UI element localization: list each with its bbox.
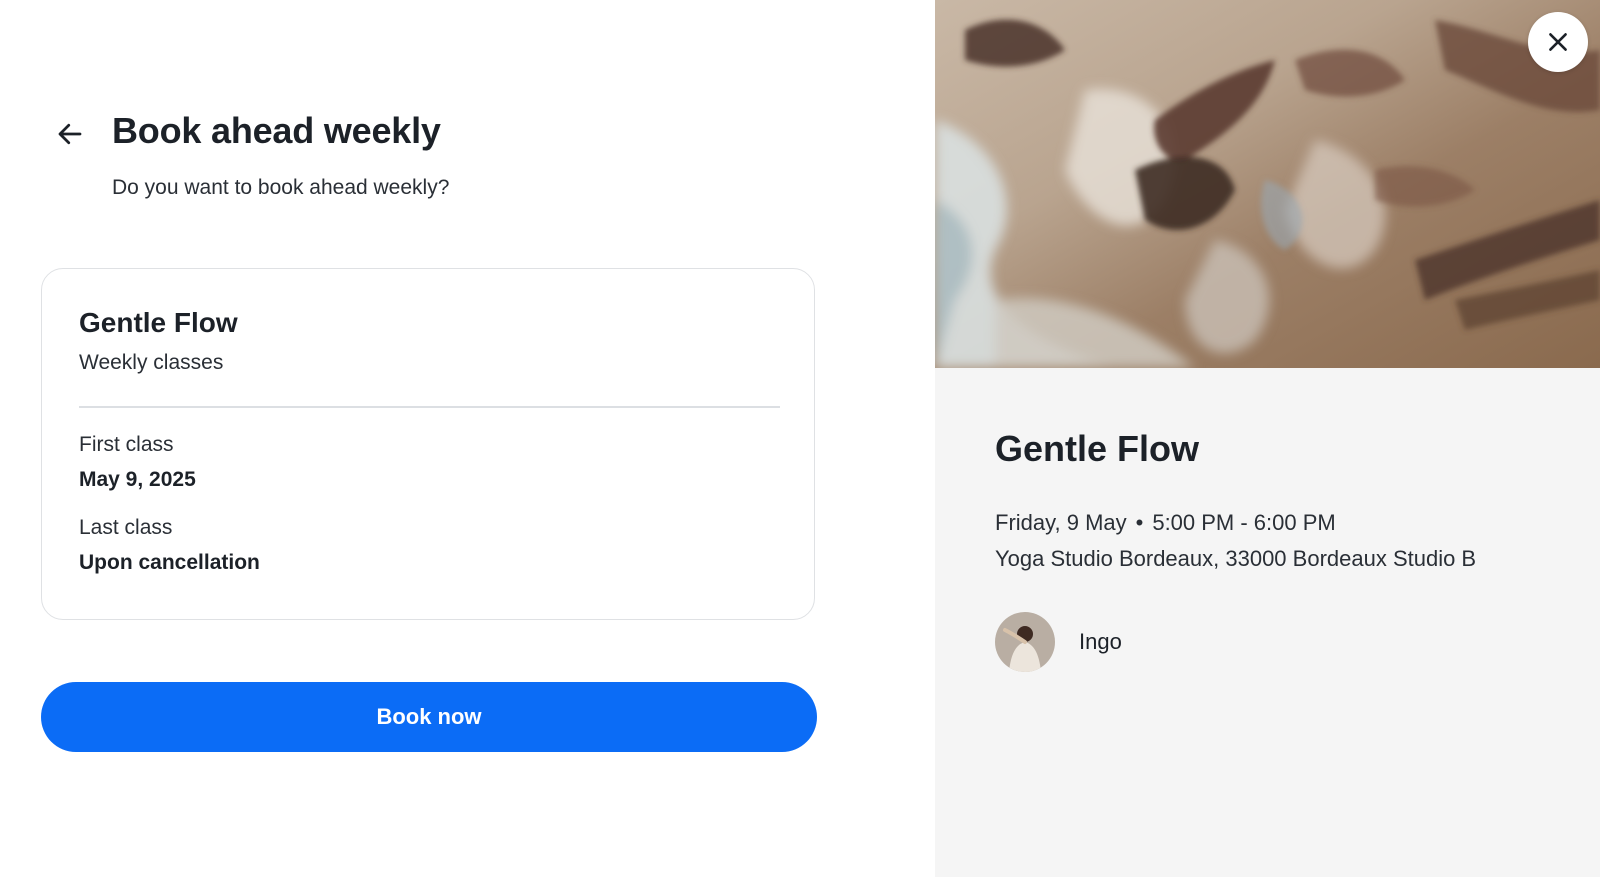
class-day: Friday, 9 May (995, 510, 1127, 535)
page-title: Book ahead weekly (112, 110, 441, 151)
last-class-label: Last class (79, 516, 173, 539)
class-schedule: Friday, 9 May • 5:00 PM - 6:00 PM (995, 510, 1336, 536)
arrow-left-icon (58, 123, 82, 145)
instructor-name: Ingo (1079, 629, 1122, 654)
first-class-label: First class (79, 433, 174, 456)
class-details-panel: Gentle Flow Friday, 9 May • 5:00 PM - 6:00… (935, 0, 1600, 877)
last-class-value: Upon cancellation (79, 551, 260, 574)
class-location: Yoga Studio Bordeaux, 33000 Bordeaux Stu… (995, 546, 1477, 571)
class-name: Gentle Flow (79, 307, 238, 338)
class-time: 5:00 PM - 6:00 PM (1152, 510, 1336, 535)
class-hero-image (935, 0, 1600, 368)
card-divider (79, 406, 780, 408)
class-title: Gentle Flow (995, 428, 1200, 469)
close-button[interactable] (1528, 12, 1588, 72)
class-type: Weekly classes (79, 351, 224, 374)
close-icon (1549, 33, 1567, 51)
booking-panel: Book ahead weekly Do you want to book ah… (0, 0, 935, 877)
avatar (995, 612, 1055, 672)
first-class-value: May 9, 2025 (79, 468, 196, 491)
book-now-button[interactable]: Book now (41, 682, 817, 752)
page-subtitle: Do you want to book ahead weekly? (112, 176, 450, 199)
back-button[interactable] (50, 114, 90, 154)
instructor[interactable]: Ingo (995, 612, 1122, 672)
separator-dot: • (1135, 510, 1144, 535)
booking-summary-card: Gentle Flow Weekly classes First class M… (41, 268, 815, 620)
